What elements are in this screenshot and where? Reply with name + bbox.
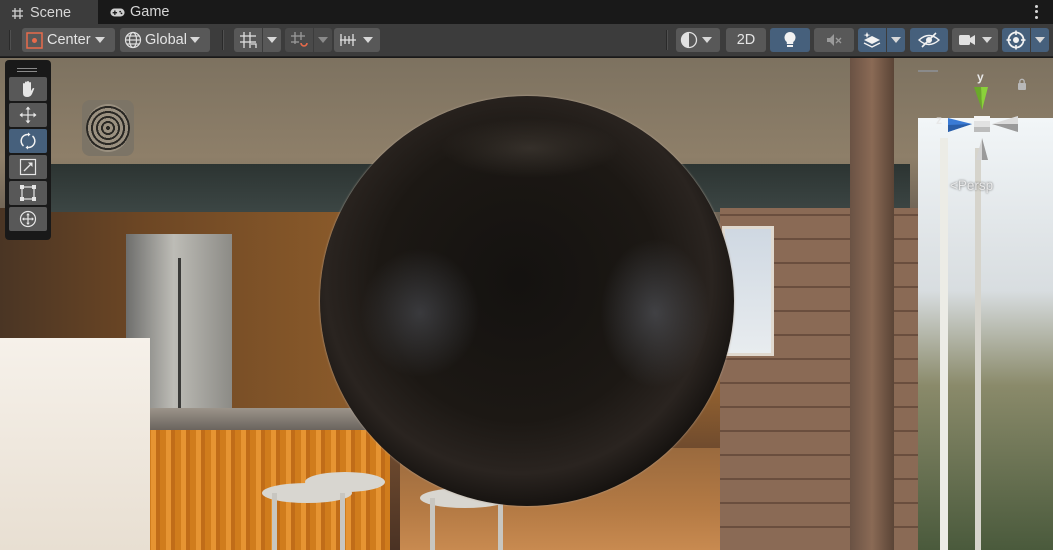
- globe-icon: [124, 31, 142, 49]
- scene-lighting-toggle[interactable]: [770, 28, 810, 52]
- more-options-icon[interactable]: [1029, 4, 1043, 20]
- pivot-mode-label: Center: [47, 32, 91, 48]
- brick-pillar: [850, 58, 894, 550]
- move-tool-button[interactable]: [9, 103, 47, 127]
- chevron-down-icon: [267, 37, 277, 43]
- increment-snap-dropdown[interactable]: [314, 28, 332, 52]
- projection-toggle[interactable]: <Persp: [950, 178, 993, 193]
- effects-toggle[interactable]: [858, 28, 886, 52]
- sphere-reflection: [440, 118, 620, 178]
- tab-scene-label: Scene: [30, 5, 72, 21]
- scale-tool-button[interactable]: [9, 155, 47, 179]
- bar-stool: [305, 472, 385, 492]
- orientation-gizmo[interactable]: y z: [920, 62, 1052, 192]
- gamepad-icon: [110, 5, 125, 20]
- eye-hidden-icon: [918, 32, 940, 48]
- tools-overlay: [5, 60, 51, 240]
- grid-snap-button[interactable]: [234, 28, 262, 52]
- chevron-down-icon: [702, 37, 712, 43]
- scene-visibility-toggle[interactable]: [910, 28, 948, 52]
- pivot-space-dropdown[interactable]: Global: [120, 28, 210, 52]
- bar-stool-leg: [272, 493, 277, 550]
- transform-tool-button[interactable]: [9, 207, 47, 231]
- gizmos-toggle[interactable]: [1002, 28, 1030, 52]
- rotate-tool-button[interactable]: [9, 129, 47, 153]
- ruler-snap-dropdown[interactable]: [334, 28, 380, 52]
- move-arrows-icon: [19, 106, 37, 124]
- scene-audio-toggle[interactable]: [814, 28, 854, 52]
- scene-viewport[interactable]: [0, 58, 1053, 550]
- chevron-down-icon: [363, 37, 373, 43]
- bar-stool-leg: [340, 493, 345, 550]
- tab-game-label: Game: [130, 4, 170, 20]
- pivot-center-icon: [26, 31, 43, 49]
- ceiling-vent-grille: [86, 104, 130, 152]
- shaded-sphere-icon: [680, 31, 698, 49]
- sphere-reflection: [360, 248, 480, 378]
- gizmos-icon: [1006, 30, 1026, 50]
- sphere-reflection: [600, 238, 710, 388]
- bar-stool-leg: [498, 498, 503, 550]
- gizmo-y-label: y: [977, 70, 984, 84]
- window-frame: [940, 138, 948, 550]
- toolbar-divider: [666, 30, 668, 50]
- layers-effects-icon: [863, 31, 881, 49]
- increment-snap-button[interactable]: [285, 28, 313, 52]
- effects-dropdown[interactable]: [887, 28, 905, 52]
- grid-snap-dropdown[interactable]: [263, 28, 281, 52]
- chevron-down-icon: [318, 37, 328, 43]
- gizmos-dropdown[interactable]: [1031, 28, 1049, 52]
- chevron-left-icon: <: [950, 178, 958, 193]
- grid-icon: [10, 6, 25, 21]
- scale-icon: [19, 158, 37, 176]
- chevron-down-icon: [189, 37, 200, 43]
- hand-icon: [19, 80, 37, 98]
- increment-snap-icon: [290, 31, 308, 49]
- overlay-grip-icon[interactable]: [8, 63, 46, 77]
- gizmo-z-label: z: [936, 113, 942, 127]
- grid-snap-icon: [239, 31, 257, 49]
- chevron-down-icon: [982, 37, 992, 43]
- window-frame: [975, 148, 981, 550]
- toggle-2d-label: 2D: [736, 32, 756, 48]
- projection-label: Persp: [957, 178, 994, 193]
- toolbar-grip: [9, 30, 11, 50]
- rect-tool-button[interactable]: [9, 181, 47, 205]
- gizmo-y-axis-cone[interactable]: [974, 87, 988, 110]
- gizmo-x-axis-cone[interactable]: [992, 116, 1018, 132]
- toolbar-divider: [222, 30, 224, 50]
- chevron-down-icon: [1035, 37, 1045, 43]
- bar-stool-leg: [430, 498, 435, 550]
- gizmo-center-cube[interactable]: [974, 116, 990, 132]
- rect-transform-icon: [19, 184, 37, 202]
- pivot-mode-dropdown[interactable]: Center: [22, 28, 115, 52]
- tab-game[interactable]: Game: [100, 0, 190, 24]
- scene-toolbar: Center Global 2D: [0, 24, 1053, 57]
- tab-scene[interactable]: Scene: [0, 0, 98, 24]
- rotate-icon: [19, 132, 37, 150]
- gizmo-neg-y-axis-cone[interactable]: [976, 138, 988, 160]
- draw-mode-dropdown[interactable]: [676, 28, 720, 52]
- gizmo-z-axis-cone[interactable]: [948, 118, 972, 132]
- chevron-down-icon: [94, 37, 105, 43]
- toggle-2d-button[interactable]: 2D: [726, 28, 766, 52]
- camera-icon: [958, 33, 976, 47]
- white-cabinet: [0, 338, 150, 550]
- mute-speaker-icon: [825, 32, 843, 48]
- camera-settings-dropdown[interactable]: [952, 28, 998, 52]
- lightbulb-icon: [783, 31, 797, 49]
- transform-icon: [19, 210, 37, 228]
- chevron-down-icon: [891, 37, 901, 43]
- hand-tool-button[interactable]: [9, 77, 47, 101]
- ruler-icon: [339, 32, 357, 48]
- pivot-space-label: Global: [145, 32, 187, 48]
- tab-bar: Scene Game: [0, 0, 1053, 24]
